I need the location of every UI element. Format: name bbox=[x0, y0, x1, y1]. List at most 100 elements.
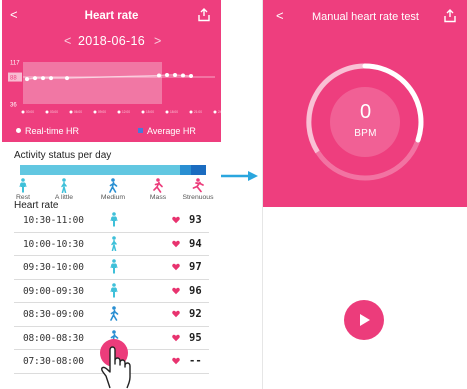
realtime-hr-point bbox=[189, 74, 193, 78]
realtime-hr-point bbox=[41, 76, 45, 81]
walking-person-icon bbox=[61, 178, 67, 193]
time-range: 08:30-09:00 bbox=[23, 309, 84, 320]
heart-icon bbox=[172, 240, 180, 247]
heart-rate-value: 93 bbox=[189, 214, 202, 226]
realtime-hr-point bbox=[165, 72, 169, 77]
standing-person-icon bbox=[110, 212, 118, 227]
realtime-hr-point bbox=[173, 72, 177, 77]
legend-realtime-label: Real-time HR bbox=[25, 126, 80, 136]
x-tick: 00:00 bbox=[21, 110, 34, 114]
bpm-unit: BPM bbox=[354, 128, 377, 139]
heart-rate-row[interactable]: 09:00-09:30 96 bbox=[14, 280, 209, 303]
next-day-button[interactable]: > bbox=[154, 34, 161, 48]
x-tick: 12:00 bbox=[117, 110, 130, 114]
chart-plot-band bbox=[23, 62, 162, 104]
running-person-icon bbox=[153, 178, 163, 193]
x-tick: 06:00 bbox=[69, 110, 82, 114]
manual-test-screen: < Manual heart rate test 0 BPM bbox=[262, 0, 467, 389]
top-bar: < Heart rate bbox=[2, 0, 221, 32]
page-title: Manual heart rate test bbox=[311, 11, 419, 23]
heart-rate-header-panel: < Heart rate < 2018-06-16 > 117 88 36 00:00… bbox=[2, 0, 221, 142]
activity-level-label: Strenuous bbox=[182, 194, 214, 201]
activity-level-label: Medium bbox=[100, 194, 126, 201]
heart-icon bbox=[172, 216, 180, 224]
time-range: 07:30-08:00 bbox=[23, 356, 84, 367]
activity-status-bar bbox=[20, 165, 206, 175]
x-tick: 03:00 bbox=[45, 110, 58, 114]
heart-icon bbox=[172, 310, 180, 318]
time-range: 09:00-09:30 bbox=[23, 285, 84, 297]
heart-icon bbox=[172, 334, 180, 341]
date-navigator: < 2018-06-16 > bbox=[2, 34, 221, 50]
svg-text:15:00: 15:00 bbox=[146, 110, 154, 114]
heart-rate-row[interactable]: 10:00-10:30 94 bbox=[14, 233, 209, 256]
heart-rate-screen: < Heart rate < 2018-06-16 > 117 88 36 00:00… bbox=[2, 0, 221, 389]
heart-icon bbox=[172, 287, 180, 294]
time-range: 09:30-10:00 bbox=[23, 262, 84, 273]
svg-text:24:00: 24:00 bbox=[218, 110, 221, 114]
pointing-hand-icon bbox=[101, 346, 131, 389]
svg-text:88: 88 bbox=[10, 76, 17, 82]
walking-person-icon bbox=[111, 235, 117, 251]
legend-average-marker bbox=[138, 128, 143, 133]
standing-person-icon bbox=[19, 178, 27, 193]
time-range: 10:30-11:00 bbox=[23, 215, 84, 226]
walking-fast-person-icon bbox=[109, 178, 118, 193]
y-tick-36: 36 bbox=[10, 103, 17, 109]
x-tick: 18:00 bbox=[165, 110, 178, 114]
activity-level-strenuous: Strenuous bbox=[176, 178, 220, 201]
bpm-value: 0 bbox=[359, 101, 372, 123]
legend-average-label: Average HR bbox=[147, 126, 196, 136]
heart-rate-chart: 117 88 36 00:00 03:00 06:00 09:00 12:00 15:00 18:… bbox=[8, 61, 221, 114]
realtime-hr-point bbox=[181, 73, 185, 78]
activity-level-rest: Rest bbox=[2, 178, 45, 201]
heart-rate-value: 92 bbox=[189, 308, 202, 320]
activity-bar-segment-high bbox=[191, 165, 206, 175]
sprinting-person-icon bbox=[192, 178, 204, 193]
standing-person-icon bbox=[110, 259, 118, 274]
realtime-hr-point bbox=[25, 77, 29, 82]
legend-realtime-marker bbox=[16, 128, 21, 133]
manual-test-header-panel: < Manual heart rate test 0 BPM bbox=[263, 0, 467, 207]
heart-rate-row[interactable]: 10:30-11:00 93 bbox=[14, 209, 209, 233]
activity-title: Activity status per day bbox=[14, 150, 112, 161]
svg-text:21:00: 21:00 bbox=[194, 110, 202, 114]
heart-rate-row[interactable]: 09:30-10:00 97 bbox=[14, 256, 209, 280]
page-title: Heart rate bbox=[84, 10, 139, 22]
svg-text:03:00: 03:00 bbox=[50, 110, 58, 114]
y-tick-117: 117 bbox=[10, 61, 20, 67]
svg-text:18:00: 18:00 bbox=[170, 110, 178, 114]
svg-text:12:00: 12:00 bbox=[122, 110, 130, 114]
svg-text:06:00: 06:00 bbox=[74, 110, 82, 114]
heart-icon bbox=[172, 357, 180, 365]
activity-level-a-little: A little bbox=[42, 178, 86, 201]
heart-rate-value: 95 bbox=[189, 331, 202, 344]
heart-rate-value: 97 bbox=[189, 261, 202, 273]
chart-legend: Real-time HR Average HR bbox=[2, 125, 221, 139]
play-icon bbox=[360, 314, 370, 326]
activity-level-label: Mass bbox=[149, 194, 167, 201]
svg-text:09:00: 09:00 bbox=[98, 110, 106, 114]
share-icon[interactable] bbox=[197, 8, 211, 22]
walking-fast-person-icon bbox=[110, 306, 119, 321]
realtime-hr-point bbox=[65, 76, 69, 81]
realtime-hr-point bbox=[33, 76, 37, 81]
svg-text:00:00: 00:00 bbox=[26, 110, 34, 114]
activity-bar-segment-medium bbox=[179, 165, 192, 175]
realtime-hr-point bbox=[157, 73, 161, 78]
svg-text:36: 36 bbox=[10, 103, 17, 109]
legend-realtime: Real-time HR bbox=[16, 126, 79, 136]
activity-level-medium: Medium bbox=[91, 178, 135, 201]
x-tick: 09:00 bbox=[93, 110, 106, 114]
heart-rate-value: -- bbox=[189, 355, 202, 367]
standing-person-icon bbox=[110, 282, 118, 297]
heart-rate-value: 94 bbox=[189, 237, 202, 250]
start-test-button[interactable] bbox=[344, 300, 384, 340]
current-date: 2018-06-16 bbox=[78, 34, 145, 48]
share-icon[interactable] bbox=[443, 9, 457, 23]
x-tick: 21:00 bbox=[189, 110, 202, 114]
activity-level-mass: Mass bbox=[136, 178, 180, 201]
heart-rate-row[interactable]: 08:30-09:00 92 bbox=[14, 303, 209, 327]
x-tick: 24:00 bbox=[213, 110, 221, 114]
transition-arrow-icon bbox=[221, 171, 258, 181]
